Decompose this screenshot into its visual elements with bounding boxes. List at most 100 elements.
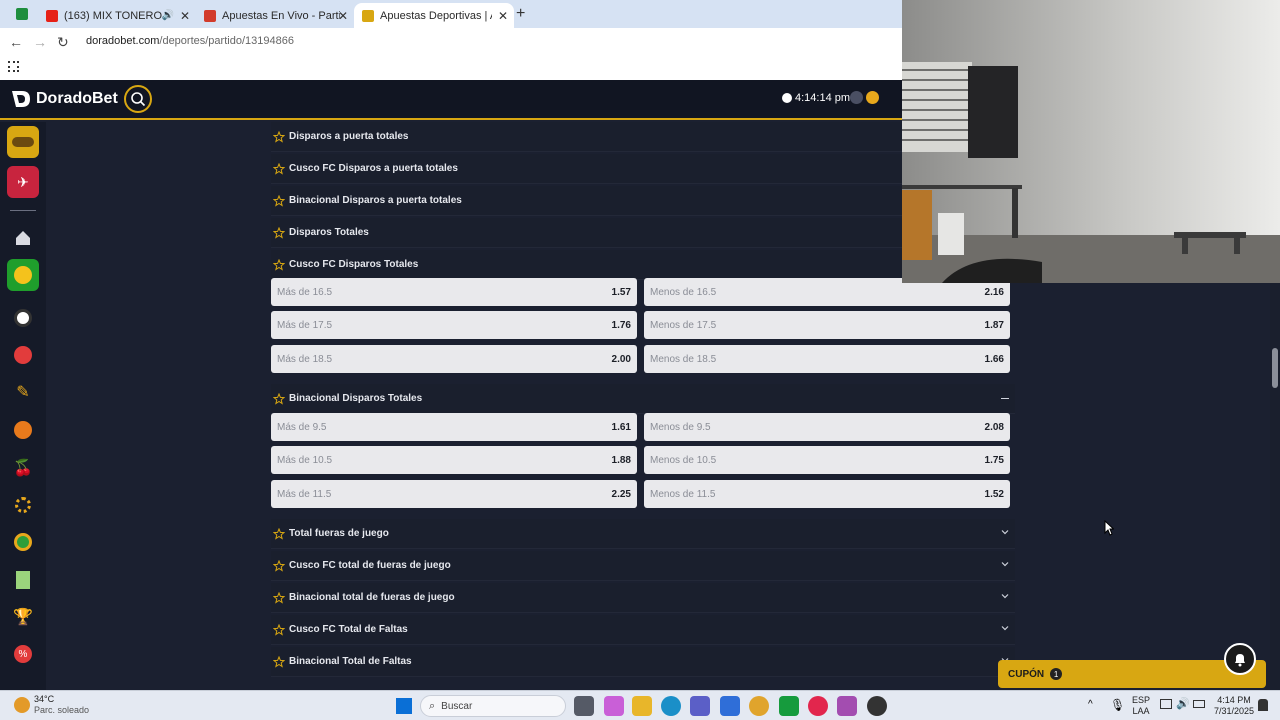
football-icon[interactable] (7, 302, 39, 334)
page-scrollbar[interactable] (1270, 283, 1280, 690)
speaker-icon[interactable]: 🔊 (162, 10, 174, 21)
live-sports-icon[interactable] (7, 259, 39, 291)
language-indicator[interactable]: ESP LAA (1132, 695, 1150, 717)
star-icon[interactable] (273, 258, 285, 271)
network-icon[interactable] (1160, 699, 1172, 709)
tab-apuestas-deportivas[interactable]: Apuestas Deportivas | Apuesta ✕ (354, 3, 514, 28)
market-row[interactable]: Cusco FC total de fueras de juego (271, 551, 1015, 581)
cherries-icon[interactable]: 🍒 (7, 452, 39, 484)
market-row[interactable]: Binacional Disparos Totales (271, 384, 1015, 414)
trophy-icon[interactable]: 🏆 (7, 601, 39, 633)
market-row[interactable]: Binacional Total de Faltas (271, 647, 1015, 677)
promo-icon[interactable]: % (7, 638, 39, 670)
microphone-icon[interactable]: 🎙 (1110, 698, 1125, 712)
odd-button-over[interactable]: Más de 17.5 1.76 (271, 311, 637, 339)
moon-icon[interactable] (850, 91, 863, 104)
taskbar-search[interactable]: ⌕ Buscar (420, 695, 566, 717)
apps-grid-icon[interactable] (8, 61, 19, 72)
star-icon[interactable] (273, 559, 285, 572)
market-title: Binacional Total de Faltas (289, 656, 412, 667)
site-logo[interactable]: DoradoBet (10, 89, 118, 109)
odd-button-over[interactable]: Más de 18.5 2.00 (271, 345, 637, 373)
edge-icon[interactable] (661, 696, 681, 716)
tab-close-icon[interactable]: ✕ (180, 9, 190, 23)
odd-button-under[interactable]: Menos de 18.5 1.66 (644, 345, 1010, 373)
search-button[interactable] (124, 85, 152, 113)
market-row[interactable]: Total fueras de juego (271, 519, 1015, 549)
market-row[interactable]: Cusco FC Total de Faltas (271, 615, 1015, 645)
copilot-icon[interactable] (604, 696, 624, 716)
store-icon[interactable] (720, 696, 740, 716)
battery-icon[interactable] (1193, 700, 1205, 708)
odd-value: 1.57 (611, 286, 631, 298)
chevron-down-icon[interactable] (1001, 560, 1009, 568)
star-icon[interactable] (273, 194, 285, 207)
chevron-down-icon[interactable] (1001, 592, 1009, 600)
notifications-icon[interactable] (1258, 699, 1268, 711)
chevron-down-icon[interactable] (1001, 624, 1009, 632)
home-icon[interactable] (7, 222, 39, 254)
odd-button-under[interactable]: Menos de 10.5 1.75 (644, 446, 1010, 474)
odd-button-over[interactable]: Más de 11.5 2.25 (271, 480, 637, 508)
star-icon[interactable] (273, 655, 285, 668)
odd-value: 2.16 (984, 286, 1004, 298)
aviator-icon[interactable]: ✈ (7, 166, 39, 198)
ball-fire-icon[interactable] (7, 414, 39, 446)
sheets-tab-icon[interactable] (16, 8, 28, 20)
tray-chevron-icon[interactable]: ^ (1088, 699, 1093, 710)
task-view-icon[interactable] (574, 696, 594, 716)
odd-button-under[interactable]: Menos de 17.5 1.87 (644, 311, 1010, 339)
tab-close-icon[interactable]: ✕ (498, 9, 508, 23)
chevron-down-icon[interactable] (1001, 528, 1009, 536)
volume-icon[interactable]: 🔊 (1176, 697, 1190, 710)
tab-close-icon[interactable]: ✕ (338, 9, 348, 23)
theme-toggle[interactable] (850, 91, 882, 104)
odd-value: 1.66 (984, 353, 1004, 365)
sun-icon[interactable] (866, 91, 879, 104)
star-icon[interactable] (273, 130, 285, 143)
odd-button-under[interactable]: Menos de 11.5 1.52 (644, 480, 1010, 508)
taskbar: 34°C Parc. soleado ⌕ Buscar ^ 🎙 ESP LAA … (0, 690, 1280, 720)
odd-button-over[interactable]: Más de 16.5 1.57 (271, 278, 637, 306)
collapse-icon[interactable] (1001, 398, 1009, 399)
weather-widget[interactable]: 34°C Parc. soleado (14, 694, 89, 716)
clock-widget[interactable]: 4:14 PM 7/31/2025 (1214, 695, 1254, 717)
star-icon[interactable] (273, 591, 285, 604)
odd-button-over[interactable]: Más de 10.5 1.88 (271, 446, 637, 474)
back-icon[interactable]: ← (9, 34, 23, 50)
recorder-icon[interactable] (867, 696, 887, 716)
pencil-icon[interactable]: ✎ (7, 376, 39, 408)
tab-apuestas-vivo[interactable]: Apuestas En Vivo - Partidos de ✕ (196, 3, 354, 28)
reload-icon[interactable]: ↻ (57, 34, 69, 51)
obs-icon[interactable] (837, 696, 857, 716)
bingo-icon[interactable] (7, 564, 39, 596)
xbox-icon[interactable] (779, 696, 799, 716)
scrollbar-thumb[interactable] (1272, 348, 1278, 388)
roulette-icon[interactable] (7, 489, 39, 521)
star-icon[interactable] (273, 527, 285, 540)
file-explorer-icon[interactable] (632, 696, 652, 716)
url-field[interactable]: doradobet.com/deportes/partido/13194866 (86, 35, 294, 47)
play-icon[interactable] (7, 339, 39, 371)
windows-start-icon[interactable] (396, 698, 412, 714)
star-icon[interactable] (273, 226, 285, 239)
tab-youtube[interactable]: (163) MIX TONERO BAILAB 🔊 ✕ (38, 3, 196, 28)
site-favicon (204, 9, 216, 22)
market-row[interactable]: Binacional total de fueras de juego (271, 583, 1015, 613)
new-tab-button[interactable]: + (516, 5, 525, 23)
star-icon[interactable] (273, 392, 285, 405)
forward-icon[interactable]: → (33, 34, 47, 50)
chip-icon[interactable] (7, 526, 39, 558)
teams-icon[interactable] (690, 696, 710, 716)
virtual-games-icon[interactable] (7, 126, 39, 158)
star-icon[interactable] (273, 162, 285, 175)
notification-bell-button[interactable] (1224, 643, 1256, 675)
odd-button-under[interactable]: Menos de 9.5 2.08 (644, 413, 1010, 441)
chrome-icon[interactable] (749, 696, 769, 716)
weather-desc: Parc. soleado (34, 705, 90, 715)
tab-label: (163) MIX TONERO BAILAB (64, 9, 164, 22)
odd-button-over[interactable]: Más de 9.5 1.61 (271, 413, 637, 441)
youtube-icon (46, 9, 58, 22)
star-icon[interactable] (273, 623, 285, 636)
media-player-icon[interactable] (808, 696, 828, 716)
